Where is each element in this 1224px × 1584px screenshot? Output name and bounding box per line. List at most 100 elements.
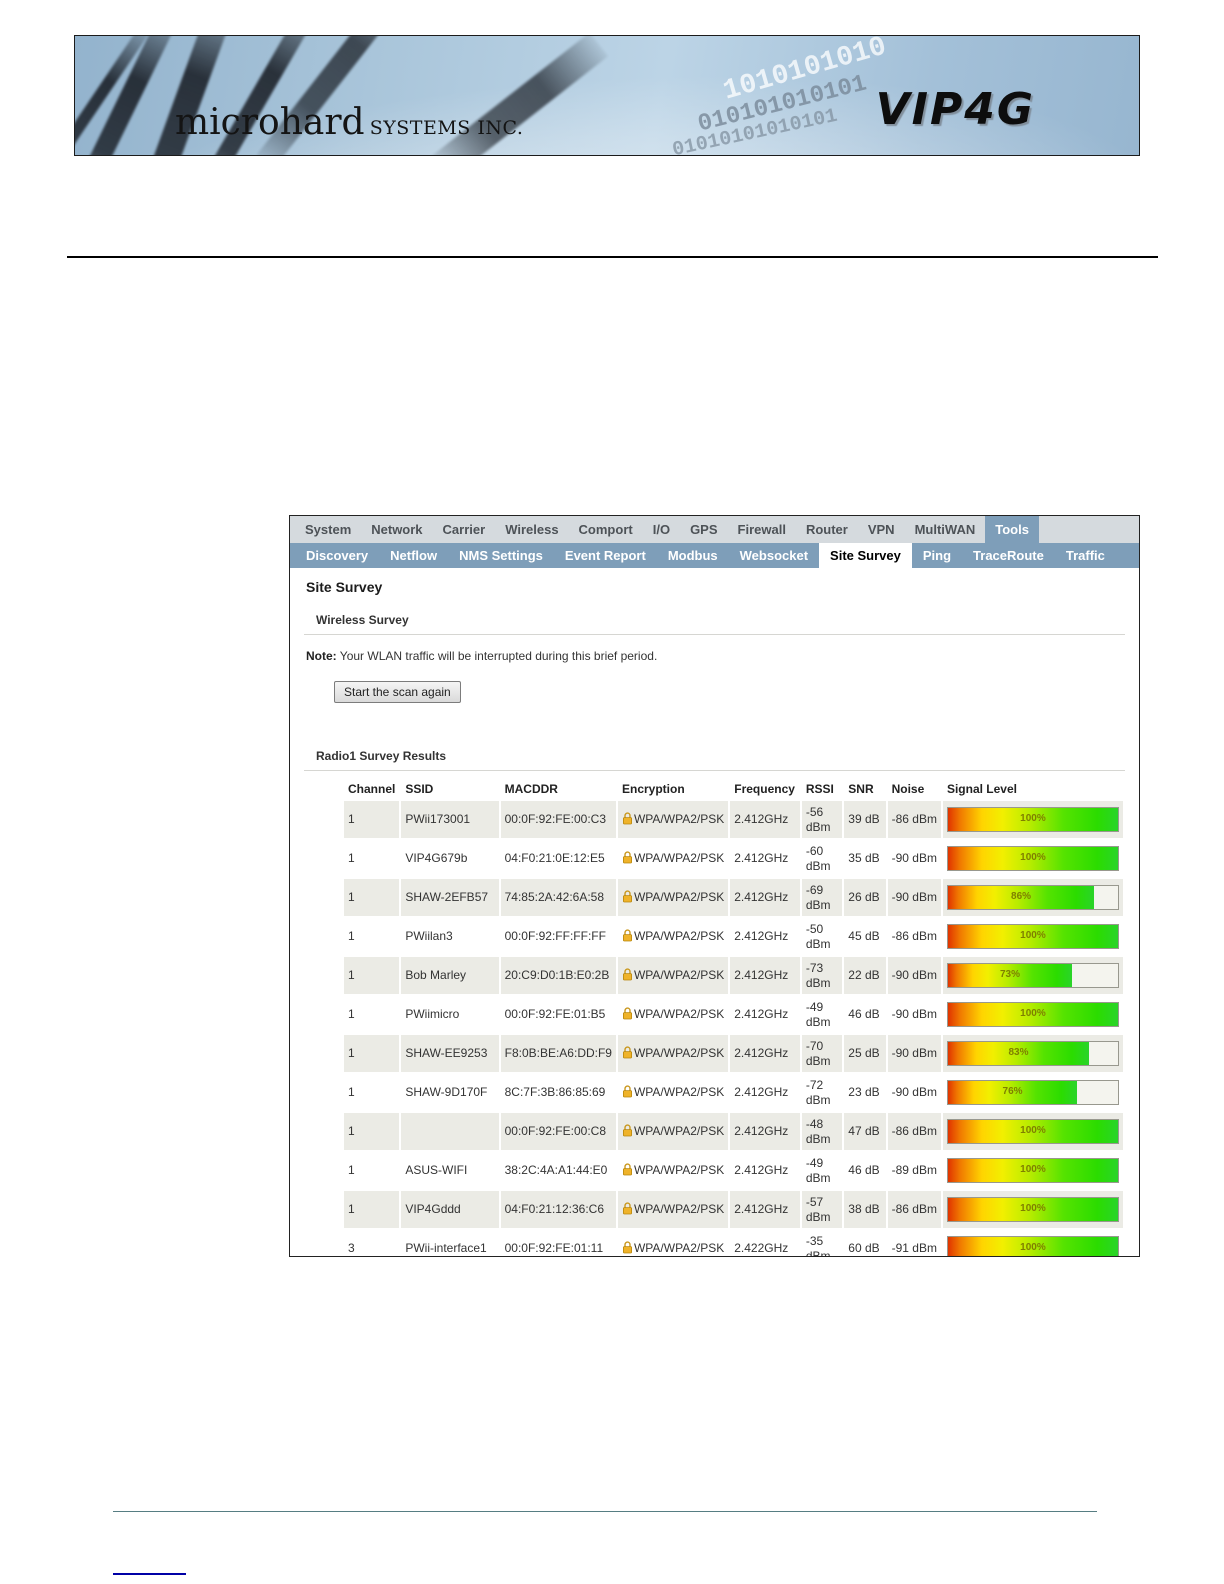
- subtab-netflow[interactable]: Netflow: [379, 543, 448, 568]
- subtab-websocket[interactable]: Websocket: [729, 543, 819, 568]
- cell-macddr: 8C:7F:3B:86:85:69: [504, 1085, 606, 1099]
- survey-row: 1 PWiilan3 00:0F:92:FF:FF:FF WPA/WPA2/PSK 2.…: [344, 918, 1123, 955]
- encryption-text: WPA/WPA2/PSK: [633, 929, 725, 943]
- cell-ssid: PWii-interface1: [405, 1241, 487, 1255]
- subtab-site-survey[interactable]: Site Survey: [819, 543, 912, 568]
- footnote-link-underline[interactable]: [113, 1573, 186, 1575]
- cell-encryption: WPA/WPA2/PSK: [617, 1191, 729, 1228]
- survey-row: 1 Bob Marley 20:C9:D0:1B:E0:2B WPA/WPA2/PSK…: [344, 957, 1123, 994]
- cell-signal-level: 86%: [942, 879, 1123, 916]
- subtab-nms-settings[interactable]: NMS Settings: [448, 543, 554, 568]
- cell-ssid: ASUS-WIFI: [405, 1163, 468, 1177]
- signal-level-fill: 100%: [947, 1120, 1118, 1143]
- subtab-discovery[interactable]: Discovery: [295, 543, 379, 568]
- cell-encryption: WPA/WPA2/PSK: [618, 1230, 728, 1256]
- cell-noise: -89 dBm: [891, 1163, 937, 1177]
- cell-encryption: WPA/WPA2/PSK: [617, 1035, 729, 1072]
- tab-vpn[interactable]: VPN: [858, 516, 905, 543]
- tab-carrier[interactable]: Carrier: [433, 516, 496, 543]
- signal-level-bar: 73%: [946, 963, 1119, 988]
- cell-signal-level: 100%: [943, 840, 1123, 877]
- cell-encryption: WPA/WPA2/PSK: [617, 957, 729, 994]
- cell-snr: 26 dB: [844, 879, 886, 916]
- cell-noise: -91 dBm: [891, 1241, 937, 1255]
- product-logo: VIP4G: [875, 84, 1035, 135]
- lock-icon: [622, 1241, 632, 1254]
- cell-ssid: SHAW-2EFB57: [401, 879, 499, 916]
- cell-channel: 1: [344, 1035, 400, 1072]
- tab-firewall[interactable]: Firewall: [728, 516, 796, 543]
- cell-signal-level: 76%: [943, 1074, 1123, 1111]
- cell-snr: 46 dB: [848, 1007, 880, 1021]
- cell-frequency: 2.412GHz: [730, 1113, 800, 1150]
- column-header-ssid: SSID: [405, 782, 434, 796]
- company-suffix: SYSTEMS INC.: [369, 117, 524, 139]
- cell-noise: -90 dBm: [887, 957, 941, 994]
- encryption-text: WPA/WPA2/PSK: [633, 890, 725, 904]
- header-divider-line: [67, 256, 1158, 258]
- table-header-row: Channel SSID MACDDR Encryption Frequency RSSI…: [344, 779, 1123, 799]
- subtab-modbus[interactable]: Modbus: [657, 543, 729, 568]
- cell-macddr: 04:F0:21:0E:12:E5: [504, 851, 605, 865]
- encryption-text: WPA/WPA2/PSK: [633, 1202, 725, 1216]
- signal-level-bar: 100%: [946, 924, 1119, 949]
- signal-level-fill: 100%: [947, 1198, 1118, 1221]
- lock-icon: [622, 1007, 632, 1020]
- survey-row: 1 SHAW-EE9253 F8:0B:BE:A6:DD:F9 WPA/WPA2/PS…: [344, 1035, 1123, 1072]
- cell-rssi: -72 dBm: [805, 1077, 831, 1107]
- cell-rssi: -60 dBm: [805, 843, 831, 873]
- subtab-ping[interactable]: Ping: [912, 543, 962, 568]
- cell-snr: 22 dB: [844, 957, 886, 994]
- signal-level-fill: 100%: [947, 1003, 1118, 1026]
- signal-level-fill: 83%: [947, 1042, 1090, 1065]
- tab-multiwan[interactable]: MultiWAN: [905, 516, 986, 543]
- cell-frequency: 2.412GHz: [734, 1163, 789, 1177]
- cell-noise: -86 dBm: [887, 801, 941, 838]
- tab-network[interactable]: Network: [361, 516, 432, 543]
- cell-noise: -90 dBm: [887, 879, 941, 916]
- signal-level-bar: 100%: [946, 1119, 1119, 1144]
- subtab-traceroute[interactable]: TraceRoute: [962, 543, 1055, 568]
- cell-channel: 1: [344, 879, 400, 916]
- start-scan-button[interactable]: Start the scan again: [334, 681, 461, 703]
- encryption-text: WPA/WPA2/PSK: [633, 1241, 725, 1255]
- cell-channel: 1: [344, 1113, 400, 1150]
- tab-i-o[interactable]: I/O: [643, 516, 680, 543]
- tab-system[interactable]: System: [295, 516, 361, 543]
- signal-level-label: 100%: [1020, 813, 1046, 825]
- signal-level-label: 100%: [1020, 1164, 1046, 1176]
- cell-frequency: 2.412GHz: [730, 1035, 800, 1072]
- cell-snr: 46 dB: [848, 1163, 880, 1177]
- signal-level-bar: 76%: [946, 1080, 1119, 1105]
- signal-level-label: 100%: [1020, 1125, 1046, 1137]
- encryption-text: WPA/WPA2/PSK: [633, 1163, 725, 1177]
- cell-channel: 1: [348, 1085, 355, 1099]
- column-header-frequency: Frequency: [734, 782, 795, 796]
- tab-comport[interactable]: Comport: [569, 516, 643, 543]
- subtab-event-report[interactable]: Event Report: [554, 543, 657, 568]
- tab-router[interactable]: Router: [796, 516, 858, 543]
- cell-macddr: 38:2C:4A:A1:44:E0: [504, 1163, 608, 1177]
- tab-wireless[interactable]: Wireless: [495, 516, 568, 543]
- cell-channel: 1: [344, 801, 400, 838]
- signal-level-fill: 100%: [947, 847, 1118, 870]
- column-header-snr: SNR: [848, 782, 874, 796]
- company-logo: microhard SYSTEMS INC.: [175, 102, 523, 143]
- cell-snr: 39 dB: [844, 801, 886, 838]
- cell-encryption: WPA/WPA2/PSK: [618, 996, 728, 1033]
- cell-noise: -86 dBm: [887, 1113, 941, 1150]
- cell-snr: 45 dB: [848, 929, 880, 943]
- site-survey-screenshot: System Network Carrier Wireless Comport I/O GP…: [289, 515, 1140, 1257]
- signal-level-bar: 83%: [946, 1041, 1119, 1066]
- signal-level-fill: 100%: [947, 1237, 1118, 1256]
- cell-snr: 47 dB: [844, 1113, 886, 1150]
- tab-gps[interactable]: GPS: [680, 516, 727, 543]
- lock-icon: [622, 1202, 632, 1215]
- subtab-traffic[interactable]: Traffic: [1055, 543, 1116, 568]
- signal-level-bar: 100%: [946, 807, 1119, 832]
- column-header-signal-level: Signal Level: [946, 782, 1017, 796]
- cell-macddr: 20:C9:D0:1B:E0:2B: [500, 957, 616, 994]
- cell-rssi: -49 dBm: [805, 1155, 831, 1185]
- main-nav-tabbar: System Network Carrier Wireless Comport I/O GP…: [290, 516, 1139, 543]
- tab-tools[interactable]: Tools: [985, 516, 1039, 543]
